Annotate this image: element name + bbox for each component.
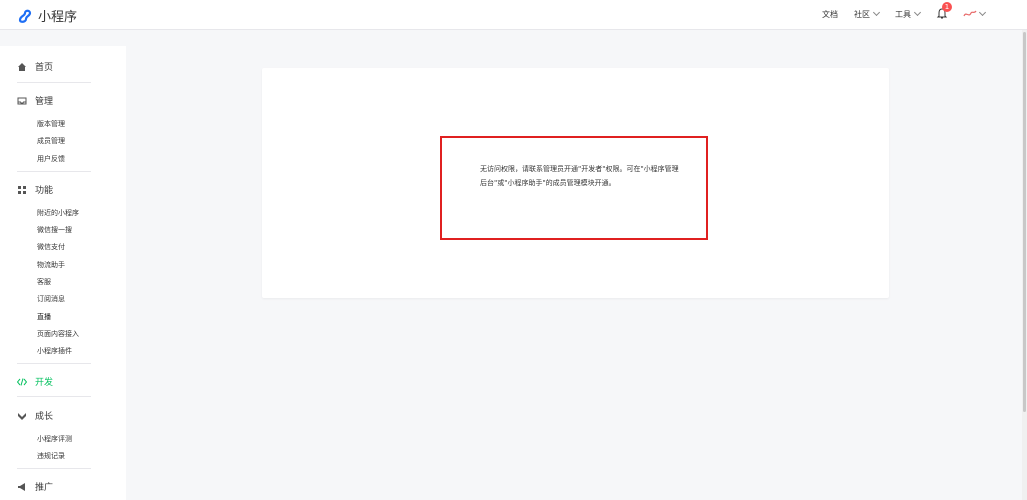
scrollbar-thumb[interactable] <box>1023 32 1026 412</box>
chevron-down-icon <box>913 8 922 17</box>
sidebar-subitem-versions[interactable]: 版本管理 <box>37 119 65 129</box>
nav-tools[interactable]: 工具 <box>895 8 922 20</box>
code-icon <box>17 377 27 386</box>
sidebar-subitem-live[interactable]: 直播 <box>37 312 51 322</box>
brand[interactable]: 小程序 <box>17 6 77 25</box>
nav-community[interactable]: 社区 <box>854 8 881 20</box>
sidebar-subitem-plugins[interactable]: 小程序插件 <box>37 346 72 356</box>
sidebar-subitem-search[interactable]: 微信搜一搜 <box>37 225 72 235</box>
nav-community-label: 社区 <box>854 9 870 19</box>
no-permission-message: 无访问权限，请联系管理员开通"开发者"权限。可在"小程序管理后台"或"小程序助手… <box>480 165 679 187</box>
sidebar-item-label: 成长 <box>35 412 54 422</box>
sidebar-subitem-review[interactable]: 小程序评测 <box>37 434 72 444</box>
nav-docs-label: 文档 <box>822 9 838 19</box>
sidebar-subitem-logistics[interactable]: 物流助手 <box>37 260 65 270</box>
account-menu[interactable] <box>962 8 987 20</box>
divider <box>17 468 91 469</box>
sidebar-subitem-nearby[interactable]: 附近的小程序 <box>37 208 79 218</box>
sidebar-item-features[interactable]: 功能 <box>17 183 53 196</box>
top-nav: 文档 社区 工具 1 <box>806 2 987 20</box>
divider <box>17 82 91 83</box>
inbox-icon <box>17 97 27 104</box>
sidebar-subitem-members[interactable]: 成员管理 <box>37 136 65 146</box>
notification-button[interactable]: 1 <box>936 2 952 20</box>
sidebar-item-growth[interactable]: 成长 <box>17 409 53 422</box>
highlight-box: 无访问权限，请联系管理员开通"开发者"权限。可在"小程序管理后台"或"小程序助手… <box>440 136 708 240</box>
sidebar-subitem-subscribe[interactable]: 订阅消息 <box>37 294 65 304</box>
sidebar-subitem-pay[interactable]: 微信支付 <box>37 242 65 252</box>
mini-program-logo-icon <box>18 9 32 23</box>
sidebar-item-develop[interactable]: 开发 <box>17 375 53 388</box>
avatar <box>963 10 977 17</box>
scrollbar[interactable] <box>1022 30 1027 500</box>
top-bar: 小程序 文档 社区 工具 1 <box>0 0 1027 30</box>
nav-tools-label: 工具 <box>895 9 911 19</box>
grid-icon <box>18 185 26 194</box>
sidebar-item-home[interactable]: 首页 <box>17 60 53 73</box>
sidebar-item-label: 开发 <box>35 378 54 388</box>
chevron-down-icon <box>872 8 881 17</box>
brand-name: 小程序 <box>38 10 78 25</box>
chevron-down-icon <box>978 8 987 17</box>
sidebar-subitem-violations[interactable]: 违规记录 <box>37 451 65 461</box>
notification-badge: 1 <box>942 2 952 12</box>
sidebar-item-label: 推广 <box>35 483 54 493</box>
nav-docs[interactable]: 文档 <box>822 9 838 20</box>
sidebar-item-manage[interactable]: 管理 <box>17 94 53 107</box>
sidebar-item-label: 功能 <box>35 186 54 196</box>
sidebar-item-label: 首页 <box>35 63 54 73</box>
sidebar-item-promote[interactable]: 推广 <box>17 480 53 493</box>
sidebar <box>0 46 126 500</box>
divider <box>17 171 91 172</box>
sidebar-subitem-service[interactable]: 客服 <box>37 277 51 287</box>
main-card: 无访问权限，请联系管理员开通"开发者"权限。可在"小程序管理后台"或"小程序助手… <box>262 68 889 298</box>
home-icon <box>18 62 26 71</box>
divider <box>17 363 91 364</box>
divider <box>17 396 91 397</box>
sidebar-item-label: 管理 <box>35 97 54 107</box>
growth-icon <box>18 412 26 420</box>
sidebar-subitem-feedback[interactable]: 用户反馈 <box>37 154 65 164</box>
sidebar-subitem-content[interactable]: 页面内容接入 <box>37 329 79 339</box>
megaphone-icon <box>18 482 25 491</box>
